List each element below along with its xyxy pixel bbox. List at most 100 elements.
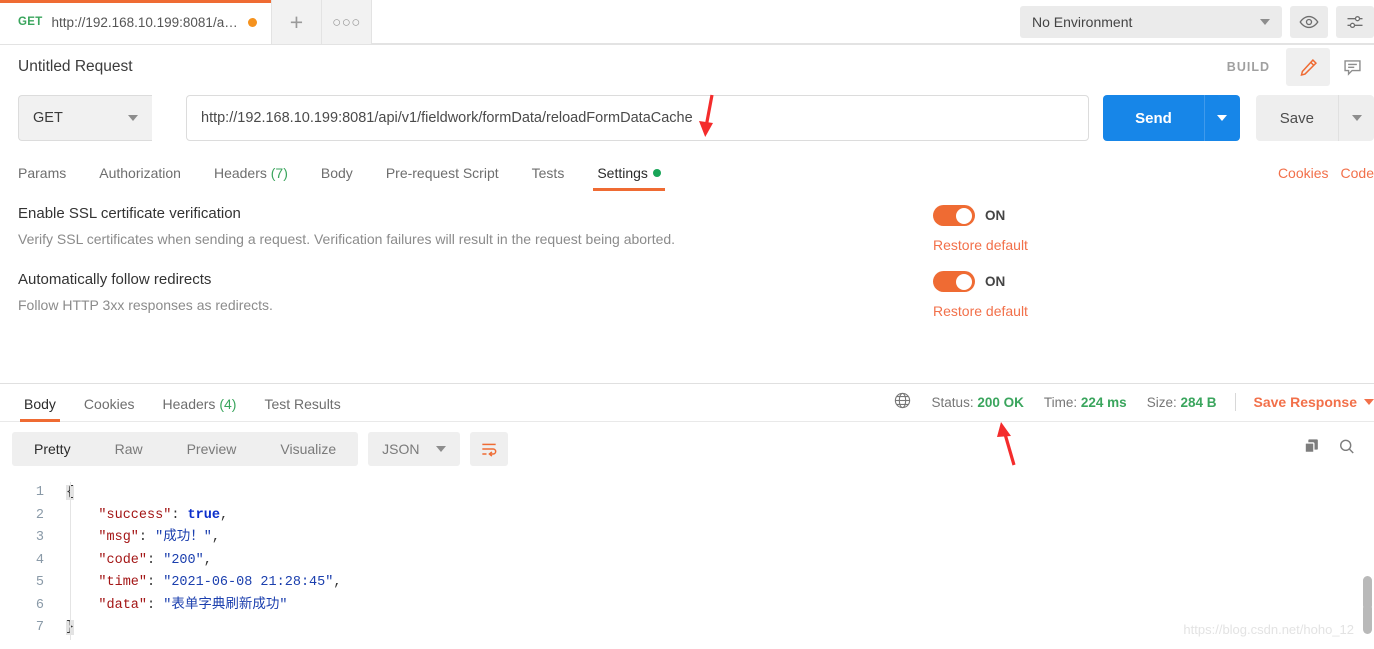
environment-selector-label: No Environment: [1032, 13, 1133, 30]
response-body-code[interactable]: 1{2 "success": true,3 "msg": "成功！",4 "co…: [0, 476, 1374, 640]
tab-authorization[interactable]: Authorization: [99, 165, 181, 191]
restore-default-ssl-link[interactable]: Restore default: [933, 237, 1028, 253]
size-label: Size:: [1146, 394, 1177, 410]
tab-body[interactable]: Body: [321, 165, 353, 191]
tab-pre-request-script[interactable]: Pre-request Script: [386, 165, 499, 191]
setting-control: ON Restore default: [933, 205, 1028, 253]
format-pretty-button[interactable]: Pretty: [12, 432, 93, 466]
code-line: 4 "code": "200",: [0, 550, 1374, 573]
setting-control: ON Restore default: [933, 271, 1028, 319]
edit-request-button[interactable]: [1286, 48, 1330, 86]
environment-area: No Environment: [1008, 0, 1374, 44]
cookies-link[interactable]: Cookies: [1278, 165, 1329, 181]
response-tab-cookies[interactable]: Cookies: [84, 396, 135, 421]
response-format-group: Pretty Raw Preview Visualize: [12, 432, 359, 466]
line-number: 2: [35, 507, 44, 523]
response-toolbar-actions: [1302, 437, 1374, 461]
setting-row-ssl-verification: Enable SSL certificate verification Veri…: [18, 205, 1356, 253]
code-line-text: "time": "2021-06-08 21:28:45",: [98, 575, 342, 590]
search-button[interactable]: [1337, 437, 1356, 461]
comments-button[interactable]: [1330, 48, 1374, 86]
save-response-button[interactable]: Save Response: [1254, 394, 1374, 410]
save-response-label: Save Response: [1253, 394, 1358, 410]
code-line-text: }: [58, 617, 75, 640]
restore-default-redirects-link[interactable]: Restore default: [933, 303, 1028, 319]
save-options-button[interactable]: [1338, 95, 1374, 141]
request-tab-method: GET: [18, 16, 43, 28]
url-input-value: http://192.168.10.199:8081/api/v1/fieldw…: [201, 110, 693, 126]
save-button[interactable]: Save: [1255, 95, 1338, 141]
format-visualize-button[interactable]: Visualize: [258, 432, 358, 466]
code-line-text: "data": "表单字典刷新成功": [98, 597, 288, 613]
response-meta: Status: 200 OK Time: 224 ms Size: 284 B …: [893, 391, 1374, 421]
tab-params[interactable]: Params: [18, 165, 66, 191]
plus-icon: +: [289, 8, 304, 35]
toggle-knob: [956, 273, 972, 290]
line-number: 6: [35, 597, 44, 613]
environment-settings-button[interactable]: [1336, 5, 1374, 38]
follow-redirects-toggle[interactable]: [933, 271, 975, 292]
chevron-down-icon: [128, 115, 138, 121]
unsaved-indicator-icon[interactable]: [248, 17, 257, 27]
copy-button[interactable]: [1302, 437, 1321, 461]
response-panel: Body Cookies Headers (4) Test Results St…: [0, 384, 1374, 649]
new-tab-button[interactable]: +: [272, 0, 322, 44]
url-row: GET http://192.168.10.199:8081/api/v1/fi…: [0, 89, 1374, 151]
code-line: 1{: [0, 482, 1374, 505]
status-value: 200 OK: [977, 394, 1024, 410]
response-tab-headers[interactable]: Headers (4): [163, 396, 237, 421]
code-line: 3 "msg": "成功！",: [0, 527, 1374, 550]
line-number: 4: [35, 552, 44, 568]
content-type-selector[interactable]: JSON: [368, 432, 460, 466]
request-tabs-links: Cookies Code: [1278, 165, 1374, 191]
follow-redirects-toggle-label: ON: [985, 274, 1006, 289]
code-link[interactable]: Code: [1341, 165, 1374, 181]
vertical-scrollbar-thumb-bottom[interactable]: [1363, 603, 1372, 634]
request-header-actions: BUILD: [1227, 48, 1374, 86]
search-icon: [1340, 439, 1354, 454]
save-group: Save: [1255, 95, 1374, 141]
line-number: 3: [35, 530, 44, 545]
code-line: 6 "data": "表单字典刷新成功": [0, 595, 1374, 618]
url-input[interactable]: http://192.168.10.199:8081/api/v1/fieldw…: [186, 95, 1090, 141]
setting-title: Automatically follow redirects: [18, 271, 212, 288]
environment-selector[interactable]: No Environment: [1020, 5, 1282, 38]
response-toolbar: Pretty Raw Preview Visualize JSON: [0, 422, 1374, 476]
tab-settings-label: Settings: [597, 165, 648, 181]
tab-body-label: Body: [320, 165, 353, 181]
code-line-text: "code": "200",: [98, 552, 212, 568]
tab-settings[interactable]: Settings: [593, 165, 665, 191]
tab-tests[interactable]: Tests: [532, 165, 565, 191]
code-line: 2 "success": true,: [0, 505, 1374, 528]
tab-options-button[interactable]: ○○○: [322, 0, 372, 44]
tab-bar: GET http://192.168.10.199:8081/api/... +…: [0, 0, 1374, 45]
settings-modified-icon: [652, 169, 661, 177]
format-preview-button[interactable]: Preview: [165, 432, 259, 466]
request-tab[interactable]: GET http://192.168.10.199:8081/api/...: [0, 0, 272, 44]
response-tab-body[interactable]: Body: [20, 396, 60, 422]
send-options-button[interactable]: [1203, 95, 1240, 141]
line-number: 5: [35, 575, 44, 590]
send-button[interactable]: Send: [1103, 95, 1204, 141]
response-tab-test-results[interactable]: Test Results: [264, 396, 340, 421]
http-method-selector[interactable]: GET: [18, 95, 152, 141]
page-title: Untitled Request: [18, 58, 133, 75]
chevron-down-icon: [1217, 115, 1228, 121]
tab-headers[interactable]: Headers (7): [214, 165, 288, 191]
gutter-divider: [70, 482, 71, 640]
tab-headers-count: (7): [270, 165, 288, 181]
response-tab-headers-count: (4): [219, 396, 237, 412]
status-label: Status:: [931, 394, 974, 410]
response-tab-cookies-label: Cookies: [83, 396, 135, 412]
ssl-verification-toggle[interactable]: [933, 205, 975, 226]
chevron-down-icon: [1351, 115, 1362, 121]
code-line-text: "success": true,: [98, 507, 229, 523]
environment-quick-look-button[interactable]: [1290, 5, 1328, 38]
time-value: 224 ms: [1080, 394, 1127, 410]
setting-toggle-line: ON: [933, 271, 1028, 292]
code-line-text: {: [58, 482, 75, 505]
ssl-verification-toggle-label: ON: [985, 208, 1006, 223]
format-raw-button[interactable]: Raw: [93, 432, 165, 466]
status-badge: Status: 200 OK: [932, 395, 1024, 410]
wrap-lines-button[interactable]: [469, 432, 508, 466]
